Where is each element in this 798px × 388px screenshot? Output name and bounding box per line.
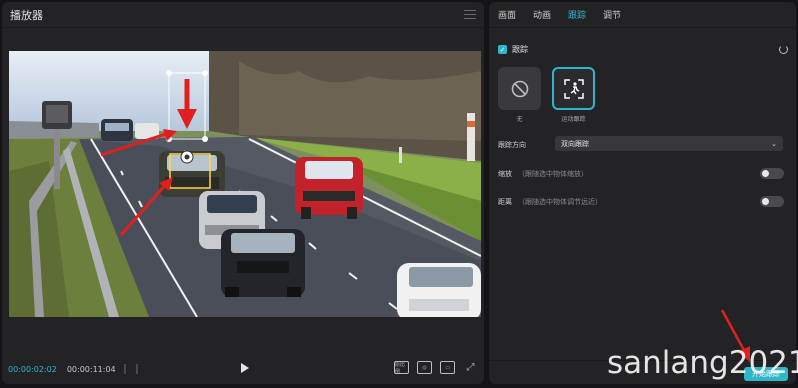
distance-option-row: 距离 （跟随选中物体调节远近） bbox=[498, 196, 784, 207]
scale-option-row: 缩放 （跟随选中物体缩放） bbox=[498, 168, 784, 179]
tab-animation[interactable]: 动画 bbox=[533, 8, 551, 21]
distance-hint: （跟随选中物体调节远近） bbox=[518, 197, 602, 206]
tracking-section-label: 跟踪 bbox=[512, 45, 528, 54]
distance-label: 距离 bbox=[498, 197, 512, 206]
mode-none-card[interactable] bbox=[498, 67, 541, 110]
player-title: 播放器 bbox=[10, 8, 43, 22]
player-panel: 播放器 00:00:02:02 00:00:11:04 原比例 ◎ ▭ ⤢ bbox=[2, 2, 484, 384]
total-time: 00:00:11:04 bbox=[66, 364, 116, 374]
player-header: 播放器 bbox=[2, 2, 484, 28]
timeline-grid-icon[interactable] bbox=[123, 364, 138, 374]
direction-select[interactable]: 双向跟踪 ⌄ bbox=[555, 136, 783, 151]
motion-tracking-icon bbox=[563, 78, 584, 99]
video-frame bbox=[9, 51, 481, 317]
distance-toggle[interactable] bbox=[760, 196, 784, 207]
tab-picture[interactable]: 画面 bbox=[498, 8, 516, 21]
fullscreen-icon[interactable]: ⤢ bbox=[463, 361, 478, 374]
play-icon[interactable] bbox=[241, 363, 249, 373]
tab-adjust[interactable]: 调节 bbox=[603, 8, 621, 21]
prohibited-icon bbox=[511, 80, 528, 97]
aspect-ratio-icon[interactable]: ▭ bbox=[440, 361, 455, 374]
focus-icon[interactable]: ◎ bbox=[417, 361, 432, 374]
mode-none-label: 无 bbox=[516, 116, 523, 123]
tracking-checkbox[interactable]: ✓ bbox=[498, 45, 507, 54]
app-root: 播放器 00:00:02:02 00:00:11:04 原比例 ◎ ▭ ⤢ 画面… bbox=[0, 0, 798, 388]
video-preview[interactable] bbox=[9, 51, 481, 317]
direction-value: 双向跟踪 bbox=[561, 139, 589, 148]
scale-toggle[interactable] bbox=[760, 168, 784, 179]
direction-label: 跟踪方向 bbox=[498, 141, 526, 149]
tab-tracking[interactable]: 跟踪 bbox=[568, 8, 586, 21]
reset-icon[interactable] bbox=[779, 45, 788, 54]
property-tabs: 画面 动画 跟踪 调节 bbox=[489, 2, 796, 28]
player-controls: 00:00:02:02 00:00:11:04 原比例 ◎ ▭ ⤢ bbox=[2, 358, 484, 380]
ratio-button[interactable]: 原比例 bbox=[394, 361, 409, 375]
scale-label: 缩放 bbox=[498, 169, 512, 178]
current-time: 00:00:02:02 bbox=[8, 364, 57, 374]
mode-motion-card[interactable] bbox=[552, 67, 595, 110]
player-right-controls: 原比例 ◎ ▭ ⤢ bbox=[394, 361, 478, 375]
tracking-section-row: ✓ 跟踪 bbox=[498, 44, 788, 55]
annotation-arrow bbox=[720, 309, 750, 362]
start-tracking-button[interactable]: 开始跟踪 bbox=[744, 367, 788, 381]
mode-motion-label: 运动跟踪 bbox=[561, 116, 586, 123]
chevron-down-icon: ⌄ bbox=[771, 139, 777, 148]
menu-icon[interactable] bbox=[464, 10, 476, 19]
scale-hint: （跟随选中物体缩放） bbox=[518, 169, 588, 178]
